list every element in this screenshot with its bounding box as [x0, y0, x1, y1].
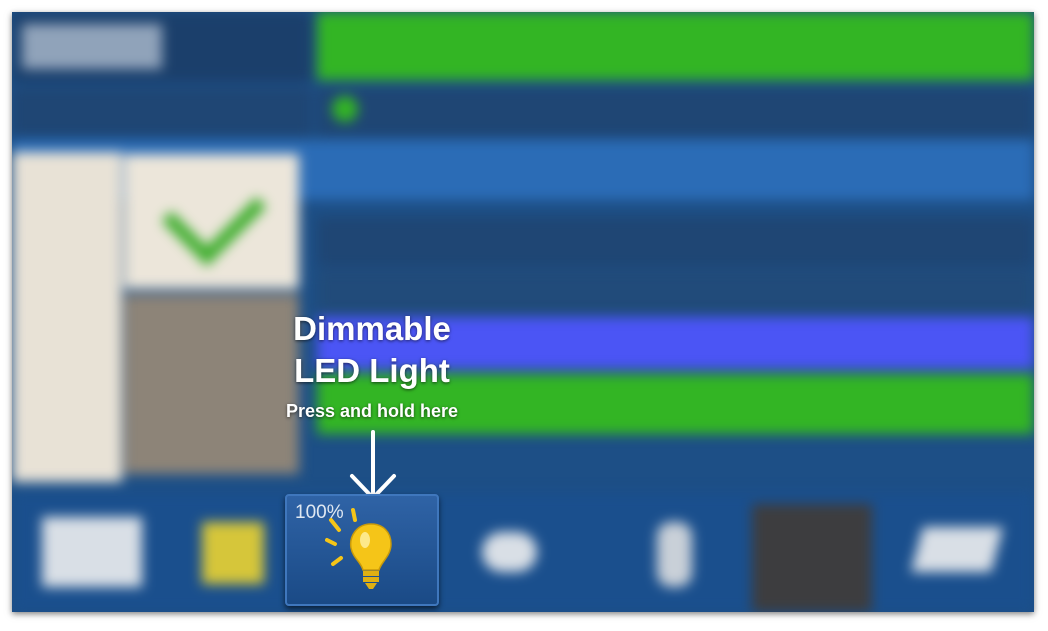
blurred-background: [12, 12, 1034, 612]
down-arrow-icon: [350, 430, 396, 500]
device-screen: Dimmable LED Light Press and hold here 1…: [12, 12, 1034, 612]
status-bar: [317, 12, 1034, 80]
callout-title-line1: Dimmable: [293, 310, 451, 347]
callout-title: Dimmable LED Light: [262, 308, 482, 392]
led-light-button[interactable]: 100%: [285, 494, 439, 606]
callout-title-line2: LED Light: [294, 352, 450, 389]
lightbulb-icon: [325, 508, 392, 589]
callout-instruction: Press and hold here: [285, 401, 459, 421]
